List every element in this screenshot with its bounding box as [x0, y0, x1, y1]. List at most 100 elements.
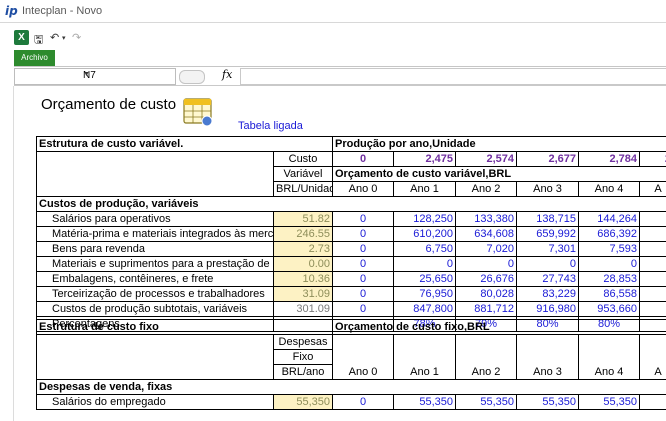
year-value[interactable]: 6,750	[393, 241, 456, 257]
year-value[interactable]: 25,650	[393, 271, 456, 287]
formula-bar-splitter[interactable]	[179, 70, 205, 84]
year-value[interactable]: 128,250	[393, 211, 456, 227]
chevron-down-icon[interactable]: ▼	[83, 71, 171, 78]
fx-icon[interactable]: fx	[222, 68, 232, 81]
variable-budget-title: Orçamento de custo variável,BRL	[331, 166, 666, 182]
unit-cost-input[interactable]: 51.82	[273, 211, 333, 227]
production-header: Produção por ano,Unidade	[331, 136, 666, 152]
row-label: Bens para revenda	[36, 241, 274, 257]
year-value[interactable]: 76,950	[393, 286, 456, 302]
save-icon[interactable]: 🖫	[34, 31, 43, 50]
year-value[interactable]: 659,992	[516, 226, 579, 242]
year-value[interactable]	[638, 226, 666, 242]
subtotal-value[interactable]: 916,980	[516, 301, 579, 317]
row-label: Embalagens, contêineres, e frete	[36, 271, 274, 287]
year-value[interactable]: 0	[516, 256, 579, 272]
subtotal-label: Custos de produção subtotais, variáveis	[36, 301, 274, 317]
production-value[interactable]: 0	[332, 151, 394, 167]
year-value[interactable]: 686,392	[578, 226, 640, 242]
year-value[interactable]	[638, 211, 666, 227]
year-value[interactable]: 27,743	[516, 271, 579, 287]
year-value[interactable]: 0	[332, 286, 394, 302]
unit-cost-input[interactable]: 55,350	[272, 394, 334, 410]
fixed-cost-table: Estrutura de custo fixo Orçamento de cus…	[35, 319, 666, 410]
year-value[interactable]: 55,350	[516, 394, 580, 410]
app-logo-icon: ip	[5, 4, 18, 18]
year-value[interactable]: 133,380	[455, 211, 517, 227]
row-label: Matéria-prima e materiais integrados às …	[36, 226, 274, 242]
fixed-cost-label-2: Fixo	[272, 349, 334, 365]
excel-icon[interactable]: X	[14, 30, 29, 45]
year-header: Ano 3	[516, 334, 580, 380]
name-box[interactable]: N7 ▼	[14, 68, 176, 85]
row-header-strip	[0, 86, 14, 421]
year-header: Ano 4	[578, 334, 641, 380]
fixed-cost-label-1: Despesas	[272, 334, 334, 350]
year-value[interactable]	[638, 241, 666, 257]
production-value[interactable]: 2,	[638, 151, 666, 167]
year-header: Ano 3	[516, 181, 579, 197]
linked-table-link[interactable]: Tabela ligada	[238, 120, 303, 132]
year-value[interactable]: 0	[332, 271, 394, 287]
year-value[interactable]: 55,350	[455, 394, 518, 410]
unit-cost-input[interactable]: 0.00	[273, 256, 333, 272]
year-value[interactable]: 0	[332, 241, 394, 257]
year-value[interactable]: 0	[332, 394, 395, 410]
year-value[interactable]: 55,350	[578, 394, 641, 410]
year-value[interactable]: 610,200	[393, 226, 456, 242]
table-row: Bens para revenda 2.73 0 6,750 7,020 7,301 7,5…	[36, 241, 666, 257]
unit-cost-label-3: BRL/Unidade	[273, 181, 333, 197]
unit-cost-input[interactable]: 2.73	[273, 241, 333, 257]
year-header: Ano 0	[332, 181, 394, 197]
subtotal-unit[interactable]: 301.09	[273, 301, 333, 317]
year-value[interactable]: 55,350	[393, 394, 457, 410]
production-value[interactable]: 2,574	[455, 151, 517, 167]
year-header: Ano 0	[332, 334, 395, 380]
subtotal-value[interactable]: 881,712	[455, 301, 517, 317]
undo-icon[interactable]: ↶	[50, 31, 59, 44]
year-value[interactable]	[638, 286, 666, 302]
year-value[interactable]: 0	[332, 211, 394, 227]
production-value[interactable]: 2,784	[578, 151, 640, 167]
formula-input[interactable]	[240, 68, 666, 85]
year-value[interactable]: 7,020	[455, 241, 517, 257]
subtotal-value[interactable]: 953,660	[578, 301, 640, 317]
fixed-budget-title: Orçamento de custo fixo,BRL	[332, 319, 666, 335]
year-header: Ano 4	[578, 181, 640, 197]
year-value[interactable]: 138,715	[516, 211, 579, 227]
year-value[interactable]: 0	[578, 256, 640, 272]
year-value[interactable]: 83,229	[516, 286, 579, 302]
year-value[interactable]: 0	[332, 226, 394, 242]
linked-table-icon[interactable]	[183, 98, 215, 127]
year-value[interactable]	[639, 394, 666, 410]
year-value[interactable]: 0	[332, 256, 394, 272]
year-value[interactable]: 80,028	[455, 286, 517, 302]
table-row: Embalagens, contêineres, e frete 10.36 0 25…	[36, 271, 666, 287]
year-value[interactable]: 26,676	[455, 271, 517, 287]
year-header: Ano 1	[393, 181, 456, 197]
year-value[interactable]: 86,558	[578, 286, 640, 302]
subtotal-value[interactable]: 9	[638, 301, 666, 317]
page-title: Orçamento de custo	[41, 96, 177, 113]
production-value[interactable]: 2,677	[516, 151, 579, 167]
window-titlebar: ip Intecplan - Novo	[0, 0, 666, 23]
file-tab[interactable]: Archivo	[14, 50, 55, 66]
year-value[interactable]	[638, 256, 666, 272]
year-value[interactable]: 0	[455, 256, 517, 272]
year-value[interactable]: 0	[393, 256, 456, 272]
unit-cost-input[interactable]: 246.55	[273, 226, 333, 242]
year-value[interactable]: 28,853	[578, 271, 640, 287]
year-value[interactable]: 7,593	[578, 241, 640, 257]
redo-icon[interactable]: ↷	[72, 31, 81, 44]
year-value[interactable]	[638, 271, 666, 287]
unit-cost-label-2: Variável	[273, 166, 333, 182]
subtotal-value[interactable]: 0	[332, 301, 394, 317]
undo-dropdown-icon[interactable]: ▾	[62, 34, 66, 42]
year-value[interactable]: 7,301	[516, 241, 579, 257]
unit-cost-input[interactable]: 31.09	[273, 286, 333, 302]
production-value[interactable]: 2,475	[393, 151, 456, 167]
year-value[interactable]: 634,608	[455, 226, 517, 242]
unit-cost-input[interactable]: 10.36	[273, 271, 333, 287]
year-value[interactable]: 144,264	[578, 211, 640, 227]
subtotal-value[interactable]: 847,800	[393, 301, 456, 317]
